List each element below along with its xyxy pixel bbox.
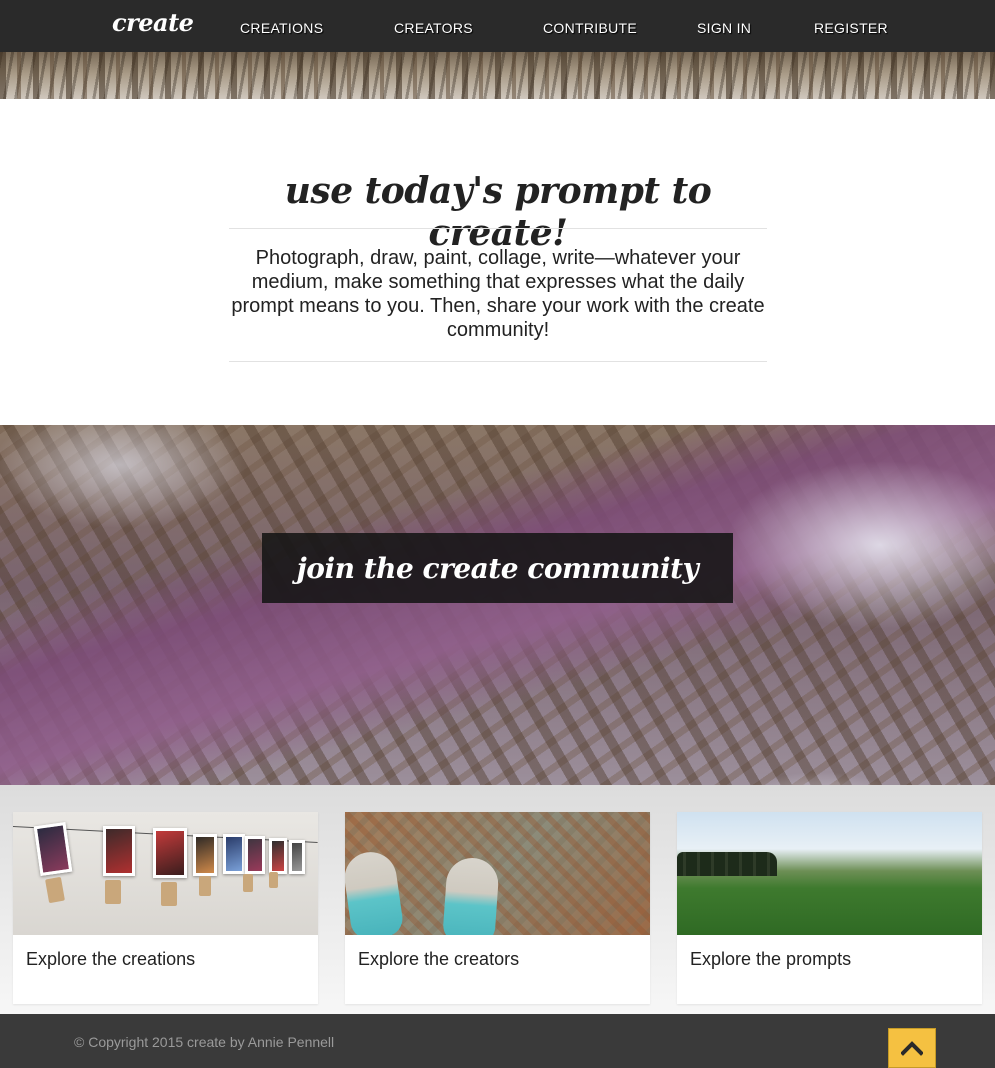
card-explore-creators[interactable]: Explore the creators (345, 812, 650, 1004)
footer: © Copyright 2015 create by Annie Pennell (0, 1014, 995, 1068)
join-community-label: join the create community (296, 551, 699, 585)
join-community-button[interactable]: join the create community (262, 533, 733, 603)
copyright-text: © Copyright 2015 create by Annie Pennell (74, 1034, 335, 1050)
nav-link-creators[interactable]: CREATORS (394, 20, 473, 36)
divider-bottom (229, 361, 767, 362)
chevron-up-icon (901, 1041, 923, 1056)
prompt-description: Photograph, draw, paint, collage, write—… (231, 247, 765, 341)
creations-image (13, 812, 318, 935)
card-label-creators: Explore the creators (358, 949, 520, 969)
nav-link-register[interactable]: REGISTER (814, 20, 888, 36)
divider-top (229, 228, 767, 229)
prompt-heading: use today's prompt to create! (284, 170, 712, 254)
card-label-creations: Explore the creations (26, 949, 196, 969)
top-navbar: create CREATIONS CREATORS CONTRIBUTE SIG… (0, 0, 995, 52)
hero-image-strip (0, 52, 995, 99)
card-explore-prompts[interactable]: Explore the prompts (677, 812, 982, 1004)
nav-link-contribute[interactable]: CONTRIBUTE (543, 20, 637, 36)
nav-link-creations[interactable]: CREATIONS (240, 20, 323, 36)
prompts-image (677, 812, 982, 935)
card-explore-creations[interactable]: Explore the creations (13, 812, 318, 1004)
back-to-top-button[interactable] (888, 1028, 936, 1068)
community-banner: join the create community (0, 425, 995, 785)
explore-section: Explore the creations Explore the creato… (0, 785, 995, 1014)
nav-link-sign-in[interactable]: SIGN IN (697, 20, 751, 36)
card-label-prompts: Explore the prompts (690, 949, 852, 969)
brand-logo[interactable]: create (112, 8, 194, 37)
creators-image (345, 812, 650, 935)
